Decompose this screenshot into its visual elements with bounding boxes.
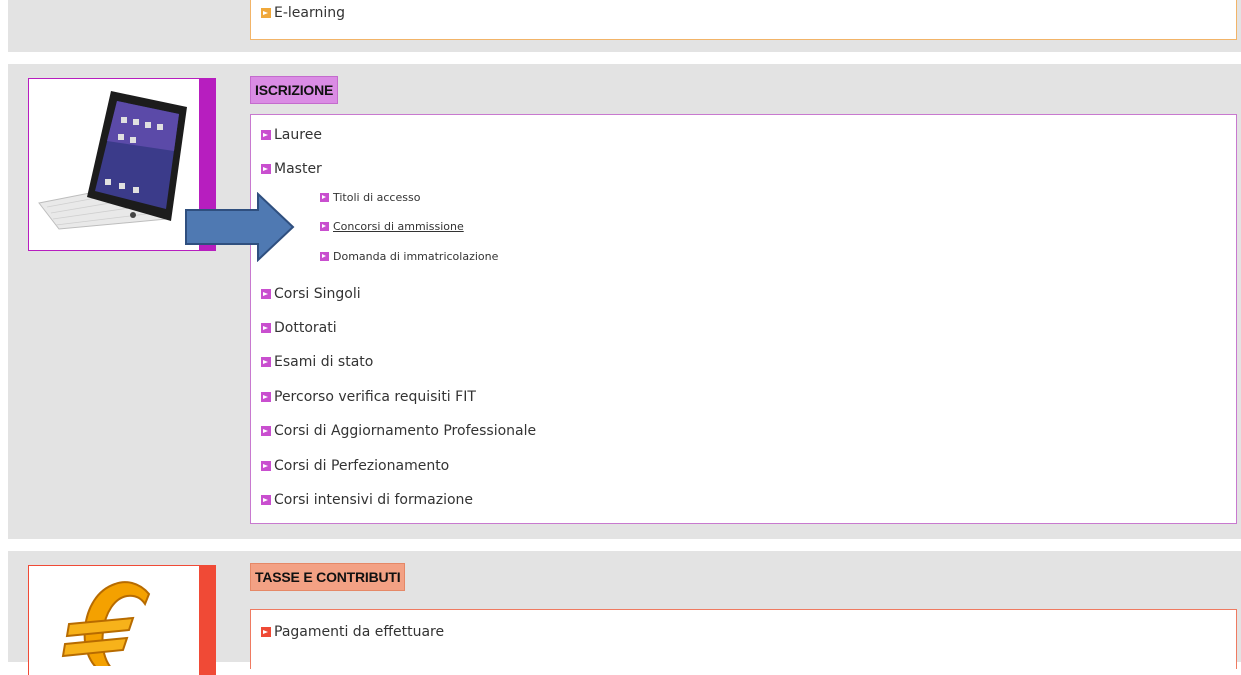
arrow-bullet-icon <box>261 426 271 436</box>
top-section-links-box: E-learning <box>250 0 1237 40</box>
list-item-dottorati[interactable]: Dottorati <box>261 320 337 336</box>
list-item-percorso-fit[interactable]: Percorso verifica requisiti FIT <box>261 389 476 405</box>
arrow-bullet-icon <box>261 495 271 505</box>
tablet-keyboard-icon <box>38 91 187 230</box>
tasse-thumbnail <box>28 565 216 675</box>
tasse-title: TASSE E CONTRIBUTI <box>250 563 406 591</box>
arrow-bullet-icon <box>261 130 271 140</box>
arrow-bullet-icon <box>320 193 329 202</box>
sub-item-domanda[interactable]: Domanda di immatricolazione <box>320 250 498 263</box>
list-item[interactable]: E-learning <box>261 5 345 21</box>
arrow-bullet-icon <box>261 627 271 637</box>
arrow-bullet-icon <box>261 164 271 174</box>
arrow-bullet-icon <box>320 222 329 231</box>
list-item-lauree[interactable]: Lauree <box>261 127 322 143</box>
arrow-bullet-icon <box>320 252 329 261</box>
arrow-bullet-icon <box>261 289 271 299</box>
list-item-corsi-intensivi[interactable]: Corsi intensivi di formazione <box>261 492 473 508</box>
arrow-bullet-icon <box>261 392 271 402</box>
arrow-bullet-icon <box>261 323 271 333</box>
list-item-master[interactable]: Master <box>261 161 322 177</box>
list-item-pagamenti[interactable]: Pagamenti da effettuare <box>261 624 444 640</box>
e-learning-link[interactable]: E-learning <box>274 5 345 21</box>
euro-icon <box>61 581 151 666</box>
sub-item-titoli[interactable]: Titoli di accesso <box>320 191 420 204</box>
sub-item-concorsi[interactable]: Concorsi di ammissione <box>320 220 464 233</box>
tasse-links-box: Pagamenti da effettuare <box>250 609 1237 669</box>
arrow-right-icon <box>185 192 295 262</box>
list-item-corsi-singoli[interactable]: Corsi Singoli <box>261 286 361 302</box>
tasse-accent-bar <box>199 566 215 675</box>
arrow-bullet-icon <box>261 461 271 471</box>
iscrizione-links-box: Lauree Master Titoli di accesso Concorsi… <box>250 114 1237 524</box>
iscrizione-title: ISCRIZIONE <box>250 76 339 104</box>
iscrizione-section: ISCRIZIONE Lauree Master Titoli di acces… <box>8 64 1241 539</box>
list-item-perfezionamento[interactable]: Corsi di Perfezionamento <box>261 458 449 474</box>
orange-bullet-icon <box>261 8 271 18</box>
arrow-bullet-icon <box>261 357 271 367</box>
tasse-section: TASSE E CONTRIBUTI Pagamenti da effettua… <box>8 551 1241 675</box>
top-section: E-learning <box>8 0 1241 52</box>
list-item-aggiornamento[interactable]: Corsi di Aggiornamento Professionale <box>261 423 536 439</box>
list-item-esami-di-stato[interactable]: Esami di stato <box>261 354 373 370</box>
